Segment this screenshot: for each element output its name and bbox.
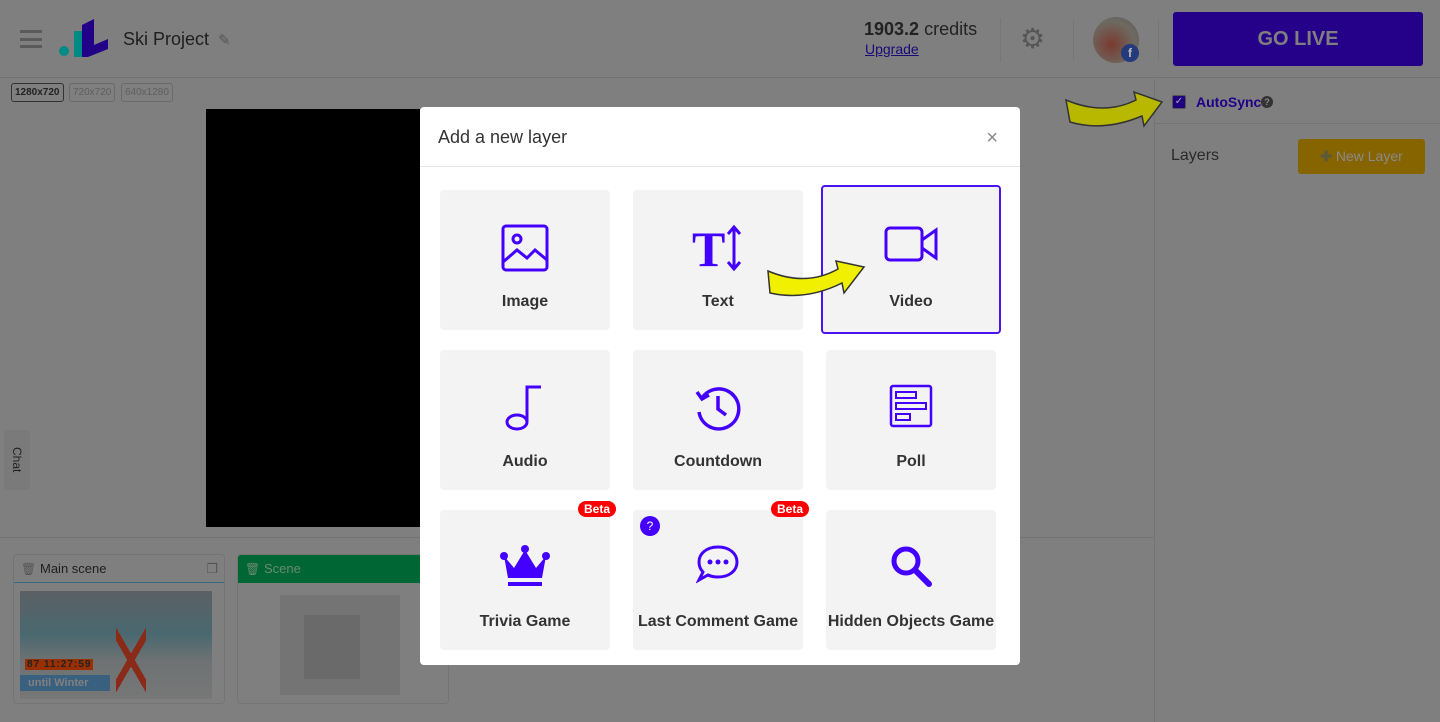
scene-card-scene[interactable]: 🗑 Scene <box>237 554 449 704</box>
tile-label: Trivia Game <box>479 613 571 630</box>
credits-unit: credits <box>924 19 978 39</box>
divider <box>1073 18 1074 62</box>
yellow-arrow-annotation <box>1065 90 1164 128</box>
tile-countdown[interactable]: Countdown <box>633 350 803 490</box>
history-clock-icon <box>695 387 741 431</box>
upgrade-link[interactable]: Upgrade <box>865 41 919 57</box>
add-layer-modal: Add a new layer × Image T Text Video Aud… <box>420 107 1020 665</box>
tile-audio[interactable]: Audio <box>440 350 610 490</box>
tile-image[interactable]: Image <box>440 190 610 330</box>
modal-title: Add a new layer <box>438 127 568 147</box>
divider <box>1000 18 1001 62</box>
tile-label: Hidden Objects Game <box>827 613 995 630</box>
text-size-icon: T <box>692 224 742 272</box>
divider <box>1158 18 1159 62</box>
skis-image <box>116 621 146 699</box>
crown-icon <box>500 545 550 586</box>
copy-icon[interactable]: ❐ <box>206 555 218 583</box>
scene-card-main[interactable]: 🗑 Main scene ❐ 87 11:27:59 until Winter <box>13 554 225 704</box>
menu-icon[interactable] <box>20 30 42 48</box>
scene-caption: until Winter <box>20 675 110 691</box>
credits-value: 1903.2 <box>864 19 920 39</box>
beta-badge: Beta <box>577 501 616 517</box>
tile-label: Last Comment Game <box>637 613 799 630</box>
scene-thumbnail: 87 11:27:59 until Winter <box>20 591 212 699</box>
close-icon[interactable]: × <box>986 127 998 150</box>
music-note-icon <box>505 385 541 431</box>
go-live-button[interactable]: GO LIVE <box>1173 12 1423 66</box>
countdown-preview: 87 11:27:59 <box>25 659 94 670</box>
svg-text:T: T <box>692 224 725 272</box>
image-icon <box>501 224 549 272</box>
divider <box>1155 123 1440 124</box>
tile-poll[interactable]: Poll <box>826 350 996 490</box>
resolution-1280x720[interactable]: 1280x720 <box>11 83 64 102</box>
facebook-icon: f <box>1121 44 1139 62</box>
scene-name: Main scene <box>40 561 107 576</box>
gear-icon[interactable]: ⚙ <box>1020 22 1045 55</box>
tile-label: Audio <box>502 453 548 470</box>
help-icon[interactable]: ? <box>640 516 660 536</box>
right-panel <box>1154 79 1440 722</box>
chat-label: Chat <box>10 447 24 473</box>
new-layer-label: New Layer <box>1335 148 1403 164</box>
credits-display: 1903.2 credits <box>864 19 977 40</box>
tile-last-comment-game[interactable]: Beta ? Last Comment Game <box>633 501 809 650</box>
stream-canvas[interactable] <box>206 109 420 527</box>
edit-pencil-icon[interactable]: ✎ <box>218 31 231 49</box>
trash-icon[interactable]: 🗑 <box>21 555 36 583</box>
chat-tab[interactable]: Chat <box>4 430 30 490</box>
autosync-checkbox[interactable]: ✓ <box>1172 95 1186 109</box>
tile-label: Poll <box>896 453 926 470</box>
tile-hidden-objects-game[interactable]: Hidden Objects Game <box>826 510 996 650</box>
help-icon[interactable]: ? <box>1261 96 1273 108</box>
video-camera-icon <box>884 226 938 262</box>
poll-icon <box>889 384 933 428</box>
scene-name: Scene <box>264 561 301 576</box>
app-logo <box>59 19 108 57</box>
resolution-640x1280[interactable]: 640x1280 <box>121 83 173 102</box>
tile-label: Countdown <box>674 453 762 470</box>
autosync-label[interactable]: AutoSync <box>1196 94 1261 110</box>
search-icon <box>891 546 932 587</box>
new-layer-button[interactable]: ✚ New Layer <box>1298 139 1425 174</box>
divider <box>420 166 1020 167</box>
tile-label: Image <box>501 293 549 310</box>
tile-trivia-game[interactable]: Beta Trivia Game <box>440 501 616 650</box>
plus-icon: ✚ <box>1320 148 1332 164</box>
layers-heading: Layers <box>1171 147 1220 164</box>
project-title: Ski Project <box>123 29 210 49</box>
yellow-arrow-annotation <box>767 260 866 297</box>
beta-badge: Beta <box>770 501 809 517</box>
document-illustration <box>304 615 360 679</box>
comment-dots-icon <box>696 545 739 584</box>
trash-icon[interactable]: 🗑 <box>245 555 260 583</box>
resolution-720x720[interactable]: 720x720 <box>69 83 116 102</box>
